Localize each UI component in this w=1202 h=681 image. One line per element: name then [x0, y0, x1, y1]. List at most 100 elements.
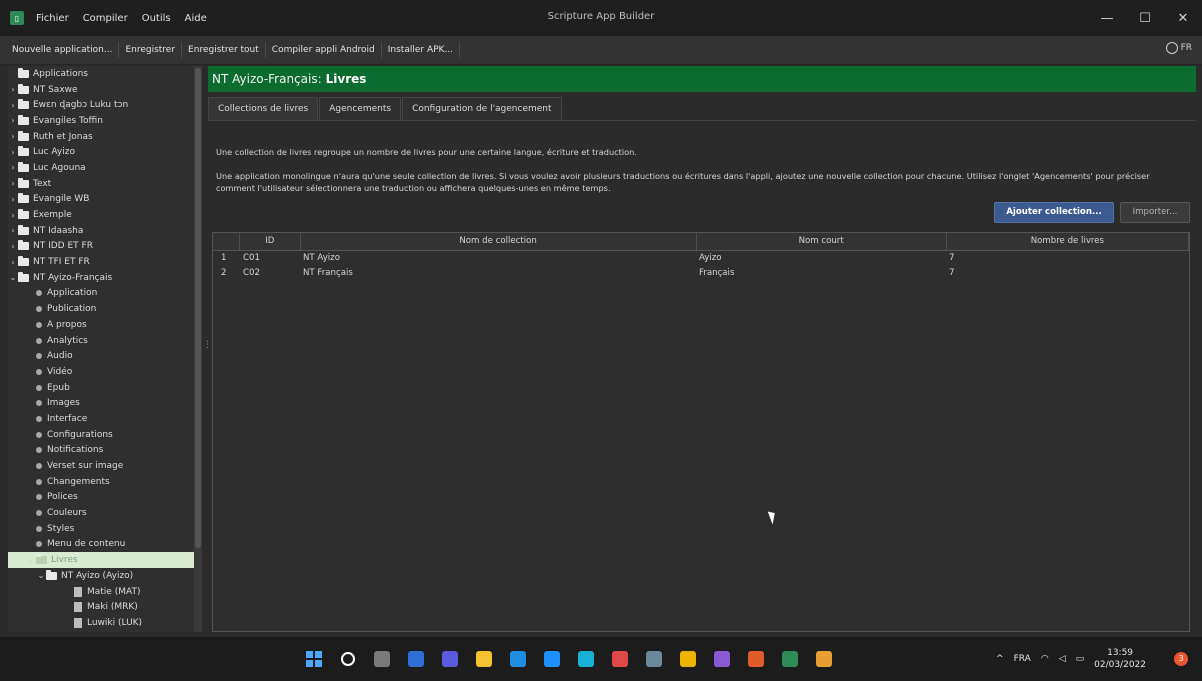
- tree-subitem[interactable]: Styles: [8, 521, 194, 537]
- chevron-right-icon[interactable]: ›: [8, 163, 18, 172]
- taskbar-app-icon[interactable]: [402, 645, 430, 673]
- chevron-right-icon[interactable]: ›: [8, 195, 18, 204]
- tree-subitem[interactable]: Interface: [8, 411, 194, 427]
- install-apk-button[interactable]: Installer APK...: [382, 42, 461, 58]
- column-header-id[interactable]: ID: [240, 233, 301, 250]
- scrollbar-thumb[interactable]: [195, 68, 201, 548]
- taskbar-app-icon[interactable]: [810, 645, 838, 673]
- tree-subitem[interactable]: Menu de contenu: [8, 537, 194, 553]
- tree-item[interactable]: › Luc Agouna: [8, 160, 194, 176]
- build-android-button[interactable]: Compiler appli Android: [266, 42, 382, 58]
- taskbar-app-icon[interactable]: [538, 645, 566, 673]
- chevron-right-icon[interactable]: ›: [8, 132, 18, 141]
- tree-item[interactable]: › Ewɛn ɖagbɔ Luku tɔn: [8, 97, 194, 113]
- menu-compiler[interactable]: Compiler: [83, 13, 128, 24]
- column-header-book-count[interactable]: Nombre de livres: [947, 233, 1189, 250]
- taskbar-app-icon[interactable]: [436, 645, 464, 673]
- taskbar-app-icon[interactable]: [708, 645, 736, 673]
- chevron-down-icon[interactable]: ⌄: [36, 571, 46, 580]
- tree-item[interactable]: › Evangile WB: [8, 192, 194, 208]
- tree-subitem[interactable]: Application: [8, 286, 194, 302]
- battery-icon[interactable]: ▭: [1076, 654, 1085, 664]
- tree-item[interactable]: › Ruth et Jonas: [8, 129, 194, 145]
- notification-badge[interactable]: 3: [1174, 652, 1188, 666]
- taskbar-app-icon[interactable]: [368, 645, 396, 673]
- taskbar-app-icon[interactable]: [776, 645, 804, 673]
- tree-collection[interactable]: ⌄ NT Ayizo (Ayizo): [8, 568, 194, 584]
- tree-subitem[interactable]: Verset sur image: [8, 458, 194, 474]
- tree-subitem[interactable]: Configurations: [8, 427, 194, 443]
- chevron-right-icon[interactable]: ›: [8, 85, 18, 94]
- sidebar-scrollbar[interactable]: [194, 66, 202, 632]
- tab-agencements[interactable]: Agencements: [319, 97, 402, 120]
- start-button[interactable]: [300, 645, 328, 673]
- tree-book[interactable]: Matie (MAT): [8, 584, 194, 600]
- tree-item[interactable]: › NT TFI ET FR: [8, 254, 194, 270]
- tree-book[interactable]: Luwiki (LUK): [8, 615, 194, 631]
- taskbar-app-icon[interactable]: [674, 645, 702, 673]
- chevron-down-icon[interactable]: ⌄: [8, 273, 18, 282]
- new-application-button[interactable]: Nouvelle application...: [0, 42, 120, 58]
- column-header-index[interactable]: [213, 233, 240, 250]
- tree-item-expanded[interactable]: ⌄ NT Ayizo-Français: [8, 270, 194, 286]
- chevron-right-icon[interactable]: ›: [8, 242, 18, 251]
- taskbar-app-icon[interactable]: [504, 645, 532, 673]
- chevron-right-icon[interactable]: ›: [8, 211, 18, 220]
- tree-root[interactable]: Applications: [8, 66, 194, 82]
- chevron-up-icon[interactable]: ^: [996, 654, 1004, 664]
- table-row[interactable]: 2 C02 NT Français Français 7: [213, 266, 1189, 281]
- tree-subitem[interactable]: A propos: [8, 317, 194, 333]
- tree-subitem[interactable]: Vidéo: [8, 364, 194, 380]
- wifi-icon[interactable]: ◠: [1041, 654, 1049, 664]
- chevron-right-icon[interactable]: ›: [8, 179, 18, 188]
- taskbar-app-icon[interactable]: [470, 645, 498, 673]
- taskbar-app-icon[interactable]: [742, 645, 770, 673]
- close-button[interactable]: ✕: [1164, 0, 1202, 36]
- clock[interactable]: 13:59 02/03/2022: [1094, 647, 1146, 671]
- tree-subitem[interactable]: Images: [8, 395, 194, 411]
- tree-subitem[interactable]: Audio: [8, 348, 194, 364]
- column-header-name[interactable]: Nom de collection: [301, 233, 697, 250]
- chevron-down-icon[interactable]: ⌄: [26, 556, 36, 565]
- input-language[interactable]: FRA: [1014, 654, 1031, 664]
- tree-book[interactable]: Maki (MRK): [8, 599, 194, 615]
- tree-subitem[interactable]: Epub: [8, 380, 194, 396]
- menu-outils[interactable]: Outils: [142, 13, 171, 24]
- chevron-right-icon[interactable]: ›: [8, 258, 18, 267]
- chevron-right-icon[interactable]: ›: [8, 116, 18, 125]
- save-all-button[interactable]: Enregistrer tout: [182, 42, 266, 58]
- volume-icon[interactable]: ◁: [1059, 654, 1066, 664]
- tree-item[interactable]: › Exemple: [8, 207, 194, 223]
- menu-aide[interactable]: Aide: [185, 13, 207, 24]
- maximize-button[interactable]: ☐: [1126, 0, 1164, 36]
- taskbar-app-icon[interactable]: [606, 645, 634, 673]
- taskbar-app-icon[interactable]: [640, 645, 668, 673]
- tree-subitem[interactable]: Publication: [8, 301, 194, 317]
- tree-item[interactable]: › Luc Ayizo: [8, 144, 194, 160]
- menu-fichier[interactable]: Fichier: [36, 13, 69, 24]
- chevron-right-icon[interactable]: ›: [8, 148, 18, 157]
- tab-configuration[interactable]: Configuration de l'agencement: [402, 97, 562, 120]
- table-row[interactable]: 1 C01 NT Ayizo Ayizo 7: [213, 251, 1189, 266]
- language-selector[interactable]: FR: [1165, 42, 1192, 54]
- add-collection-button[interactable]: Ajouter collection...: [994, 202, 1114, 223]
- tree-subitem[interactable]: Notifications: [8, 443, 194, 459]
- tree-subitem[interactable]: Couleurs: [8, 505, 194, 521]
- tab-collections[interactable]: Collections de livres: [208, 97, 319, 120]
- tree-item[interactable]: › NT Saxwe: [8, 82, 194, 98]
- tree-subitem[interactable]: Analytics: [8, 333, 194, 349]
- taskbar-app-icon[interactable]: [572, 645, 600, 673]
- splitter-handle[interactable]: ⋮: [203, 340, 212, 364]
- search-taskbar-button[interactable]: [334, 645, 362, 673]
- chevron-right-icon[interactable]: ›: [8, 226, 18, 235]
- tree-item[interactable]: › Text: [8, 176, 194, 192]
- tree-subitem[interactable]: Polices: [8, 490, 194, 506]
- chevron-right-icon[interactable]: ›: [8, 101, 18, 110]
- minimize-button[interactable]: —: [1088, 0, 1126, 36]
- save-button[interactable]: Enregistrer: [119, 42, 183, 58]
- tree-subitem[interactable]: Changements: [8, 474, 194, 490]
- tree-item-selected-livres[interactable]: ⌄ Livres: [8, 552, 194, 568]
- tree-item[interactable]: › NT Idaasha: [8, 223, 194, 239]
- column-header-short-name[interactable]: Nom court: [697, 233, 947, 250]
- import-button[interactable]: Importer...: [1120, 202, 1190, 223]
